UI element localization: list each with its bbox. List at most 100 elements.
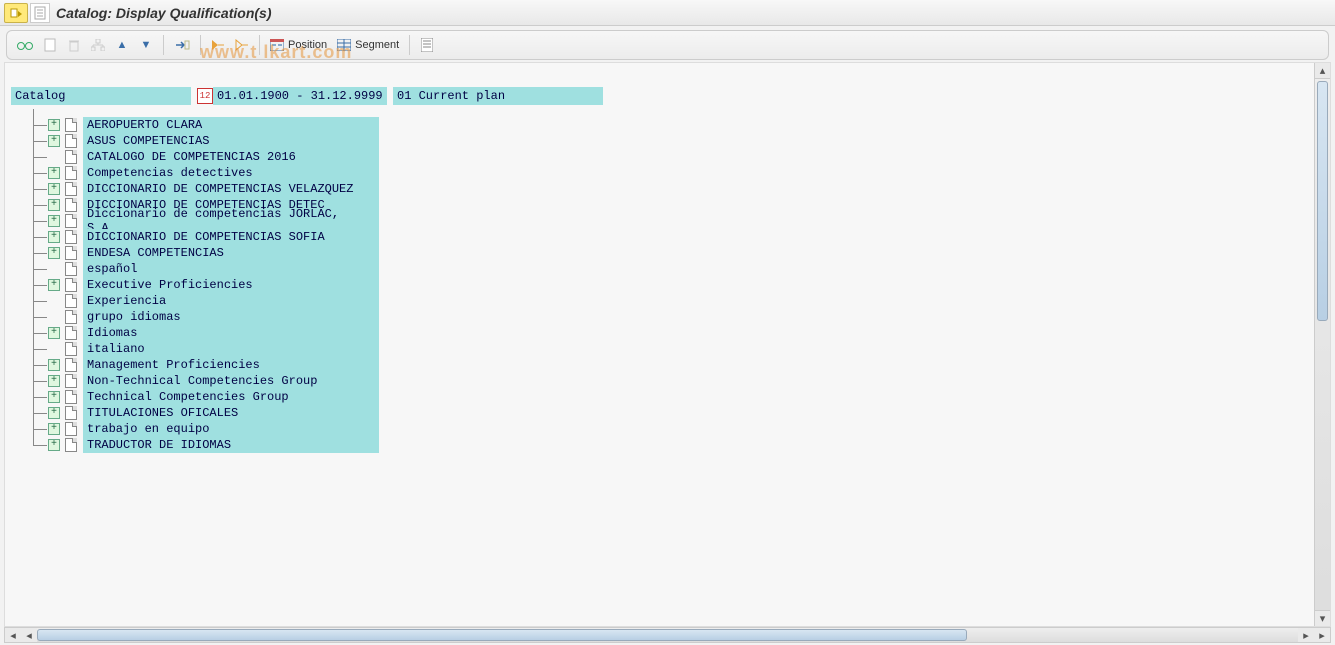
tree-node[interactable]: +Executive Proficiencies bbox=[11, 277, 603, 293]
position-button[interactable]: Position bbox=[266, 34, 331, 56]
page-icon bbox=[65, 246, 77, 260]
tree-branch bbox=[11, 293, 65, 309]
tree-node[interactable]: +Idiomas bbox=[11, 325, 603, 341]
tree-node-label: Diccionario de competencias JORLAC, S.A. bbox=[83, 213, 379, 229]
position-label: Position bbox=[288, 39, 327, 51]
expand-icon[interactable]: + bbox=[48, 119, 60, 131]
tree-branch bbox=[11, 309, 65, 325]
page-icon bbox=[65, 198, 77, 212]
expand-icon[interactable]: + bbox=[48, 231, 60, 243]
scroll-down-icon[interactable]: ▾ bbox=[1315, 610, 1330, 626]
down-arrow-icon[interactable]: ▼ bbox=[135, 34, 157, 56]
tree-node[interactable]: + DICCIONARIO DE COMPETENCIAS VELAZQUEZ bbox=[11, 181, 603, 197]
tree-node-label: DICCIONARIO DE COMPETENCIAS VELAZQUEZ bbox=[83, 181, 379, 197]
segment-label: Segment bbox=[355, 39, 399, 51]
tree-node[interactable]: +ASUS COMPETENCIAS bbox=[11, 133, 603, 149]
scroll-right-icon[interactable]: ▸ bbox=[1298, 628, 1314, 642]
scrollbar-thumb[interactable] bbox=[1317, 81, 1328, 321]
menu-doc-icon[interactable] bbox=[30, 3, 50, 23]
horizontal-scrollbar[interactable]: ◂ ◂ ▸ ▸ bbox=[4, 627, 1331, 643]
tree-branch: + bbox=[11, 437, 65, 453]
tree-node[interactable]: + TRADUCTOR DE IDIOMAS bbox=[11, 437, 603, 453]
expand-icon[interactable]: + bbox=[48, 391, 60, 403]
plan-label: 01 Current plan bbox=[393, 87, 603, 105]
expand-icon[interactable]: + bbox=[48, 199, 60, 211]
tree-node-label: Experiencia bbox=[83, 293, 379, 309]
expand-icon[interactable]: + bbox=[48, 279, 60, 291]
expand-placeholder bbox=[48, 295, 60, 307]
tree-node[interactable]: + DICCIONARIO DE COMPETENCIAS SOFIA bbox=[11, 229, 603, 245]
tree-node[interactable]: grupo idiomas bbox=[11, 309, 603, 325]
scroll-up-icon[interactable]: ▴ bbox=[1315, 63, 1330, 79]
tree-node-label: Non-Technical Competencies Group bbox=[83, 373, 379, 389]
tree-node[interactable]: + TITULACIONES OFICALES bbox=[11, 405, 603, 421]
tree-branch: + bbox=[11, 357, 65, 373]
tree-branch: + bbox=[11, 245, 65, 261]
catalog-header-row: Catalog 12 01.01.1900 - 31.12.9999 01 Cu… bbox=[11, 87, 603, 105]
tree-node-label: TITULACIONES OFICALES bbox=[83, 405, 379, 421]
tree-node[interactable]: + Management Proficiencies bbox=[11, 357, 603, 373]
expand-icon[interactable]: + bbox=[48, 135, 60, 147]
expand-placeholder bbox=[48, 343, 60, 355]
tree-node[interactable]: italiano bbox=[11, 341, 603, 357]
tree-branch bbox=[11, 261, 65, 277]
scroll-right-outer-icon[interactable]: ▸ bbox=[1314, 628, 1330, 642]
tree-node[interactable]: + Technical Competencies Group bbox=[11, 389, 603, 405]
glasses-display-icon[interactable] bbox=[13, 34, 37, 56]
page-icon bbox=[65, 406, 77, 420]
scroll-left-icon[interactable]: ◂ bbox=[21, 628, 37, 642]
hscrollbar-thumb[interactable] bbox=[37, 629, 967, 641]
expand-icon[interactable]: + bbox=[48, 215, 60, 227]
tree-node[interactable]: + AEROPUERTO CLARA bbox=[11, 117, 603, 133]
tree-node[interactable]: + Non-Technical Competencies Group bbox=[11, 373, 603, 389]
title-bar: Catalog: Display Qualification(s) bbox=[0, 0, 1335, 26]
select-mode-icon[interactable] bbox=[4, 3, 28, 23]
page-icon bbox=[65, 118, 77, 132]
page-icon bbox=[65, 214, 77, 228]
tree-node-label: TRADUCTOR DE IDIOMAS bbox=[83, 437, 379, 453]
separator bbox=[163, 35, 164, 55]
tree-branch: + bbox=[11, 197, 65, 213]
tree-node[interactable]: +trabajo en equipo bbox=[11, 421, 603, 437]
expand-icon[interactable]: + bbox=[48, 247, 60, 259]
scroll-left-outer-icon[interactable]: ◂ bbox=[5, 628, 21, 642]
expand-icon[interactable]: + bbox=[48, 167, 60, 179]
vertical-scrollbar[interactable]: ▴ ▾ bbox=[1314, 63, 1330, 626]
segment-button[interactable]: Segment bbox=[333, 34, 403, 56]
tree-node[interactable]: +Competencias detectives bbox=[11, 165, 603, 181]
expand-icon[interactable]: + bbox=[48, 359, 60, 371]
expand-placeholder bbox=[48, 151, 60, 163]
tree-node-label: AEROPUERTO CLARA bbox=[83, 117, 379, 133]
expand-icon[interactable]: + bbox=[48, 423, 60, 435]
tree-node[interactable]: español bbox=[11, 261, 603, 277]
tree-branch: + bbox=[11, 373, 65, 389]
expand-icon[interactable]: + bbox=[48, 439, 60, 451]
delete-icon bbox=[63, 34, 85, 56]
tree-node-label: Technical Competencies Group bbox=[83, 389, 379, 405]
up-arrow-icon[interactable]: ▲ bbox=[111, 34, 133, 56]
expand-tree-icon[interactable] bbox=[207, 34, 229, 56]
create-icon[interactable] bbox=[39, 34, 61, 56]
tree-branch bbox=[11, 341, 65, 357]
tree-node-label: español bbox=[83, 261, 379, 277]
page-icon bbox=[65, 358, 77, 372]
expand-icon[interactable]: + bbox=[48, 407, 60, 419]
tree-branch: + bbox=[11, 325, 65, 341]
list-view-icon[interactable] bbox=[416, 34, 438, 56]
tree-node-label: Management Proficiencies bbox=[83, 357, 379, 373]
collapse-tree-icon[interactable] bbox=[231, 34, 253, 56]
calendar-icon[interactable]: 12 bbox=[197, 88, 213, 104]
tree-node[interactable]: + Diccionario de competencias JORLAC, S.A… bbox=[11, 213, 603, 229]
tree-node[interactable]: +ENDESA COMPETENCIAS bbox=[11, 245, 603, 261]
page-icon bbox=[65, 150, 77, 164]
tree-node[interactable]: CATALOGO DE COMPETENCIAS 2016 bbox=[11, 149, 603, 165]
expand-icon[interactable]: + bbox=[48, 183, 60, 195]
expand-icon[interactable]: + bbox=[48, 375, 60, 387]
hierarchy-icon bbox=[87, 34, 109, 56]
expand-icon[interactable]: + bbox=[48, 327, 60, 339]
tree-node[interactable]: Experiencia bbox=[11, 293, 603, 309]
tree-node-label: DICCIONARIO DE COMPETENCIAS SOFIA bbox=[83, 229, 379, 245]
page-icon bbox=[65, 310, 77, 324]
page-icon bbox=[65, 134, 77, 148]
goto-arrow-icon[interactable] bbox=[170, 34, 194, 56]
